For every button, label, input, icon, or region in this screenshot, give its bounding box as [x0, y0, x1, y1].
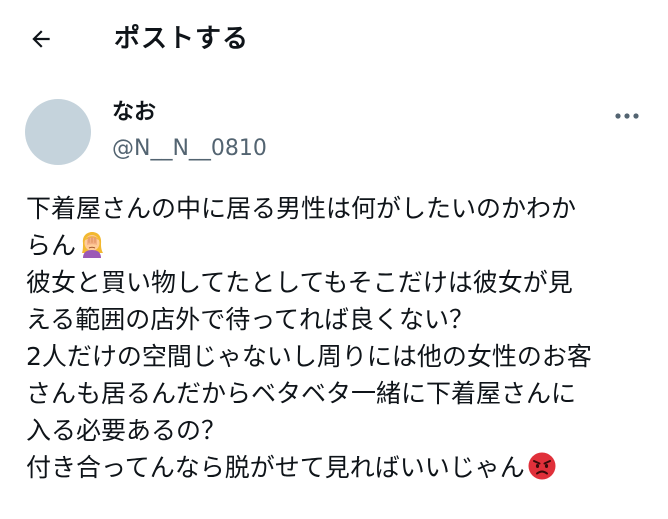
author-handle[interactable]: @N__N__0810 [112, 134, 267, 164]
post-text: 下着屋さんの中に居る男性は何がしたいのかわか らん 彼女と買い物してたとしてもそ… [26, 190, 654, 486]
post-line-3: 彼女と買い物してたとしてもそこだけは彼女が見 [26, 268, 573, 297]
post-line-4: える範囲の店外で待ってれば良くない？ [26, 305, 475, 334]
post-line-2-wrap: らん [26, 227, 654, 264]
page-title: ポストする [114, 24, 250, 54]
facepalm-woman-emoji [82, 232, 104, 258]
back-button[interactable] [22, 20, 60, 58]
more-options-button[interactable] [610, 104, 644, 128]
post-line-8-wrap: 付き合ってんなら脱がせて見ればいいじゃん [26, 449, 654, 486]
post-line-8: 付き合ってんなら脱がせて見ればいいじゃん [26, 453, 525, 482]
more-horizontal-icon [615, 113, 639, 119]
top-bar: ポストする [0, 0, 668, 78]
arrow-left-icon [32, 30, 50, 48]
post-line-7: 入る必要あるの？ [26, 416, 227, 445]
post-line-5: 2人だけの空間じゃないし周りには他の女性のお客 [26, 342, 592, 371]
avatar[interactable] [25, 99, 91, 165]
post-line-2: らん [26, 231, 77, 260]
post-line-1: 下着屋さんの中に居る男性は何がしたいのかわか [26, 194, 577, 223]
angry-face-emoji [528, 452, 556, 480]
author-display-name[interactable]: なお [112, 98, 156, 128]
post-line-6: さんも居るんだからベタベタ一緒に下着屋さんに [26, 379, 577, 408]
